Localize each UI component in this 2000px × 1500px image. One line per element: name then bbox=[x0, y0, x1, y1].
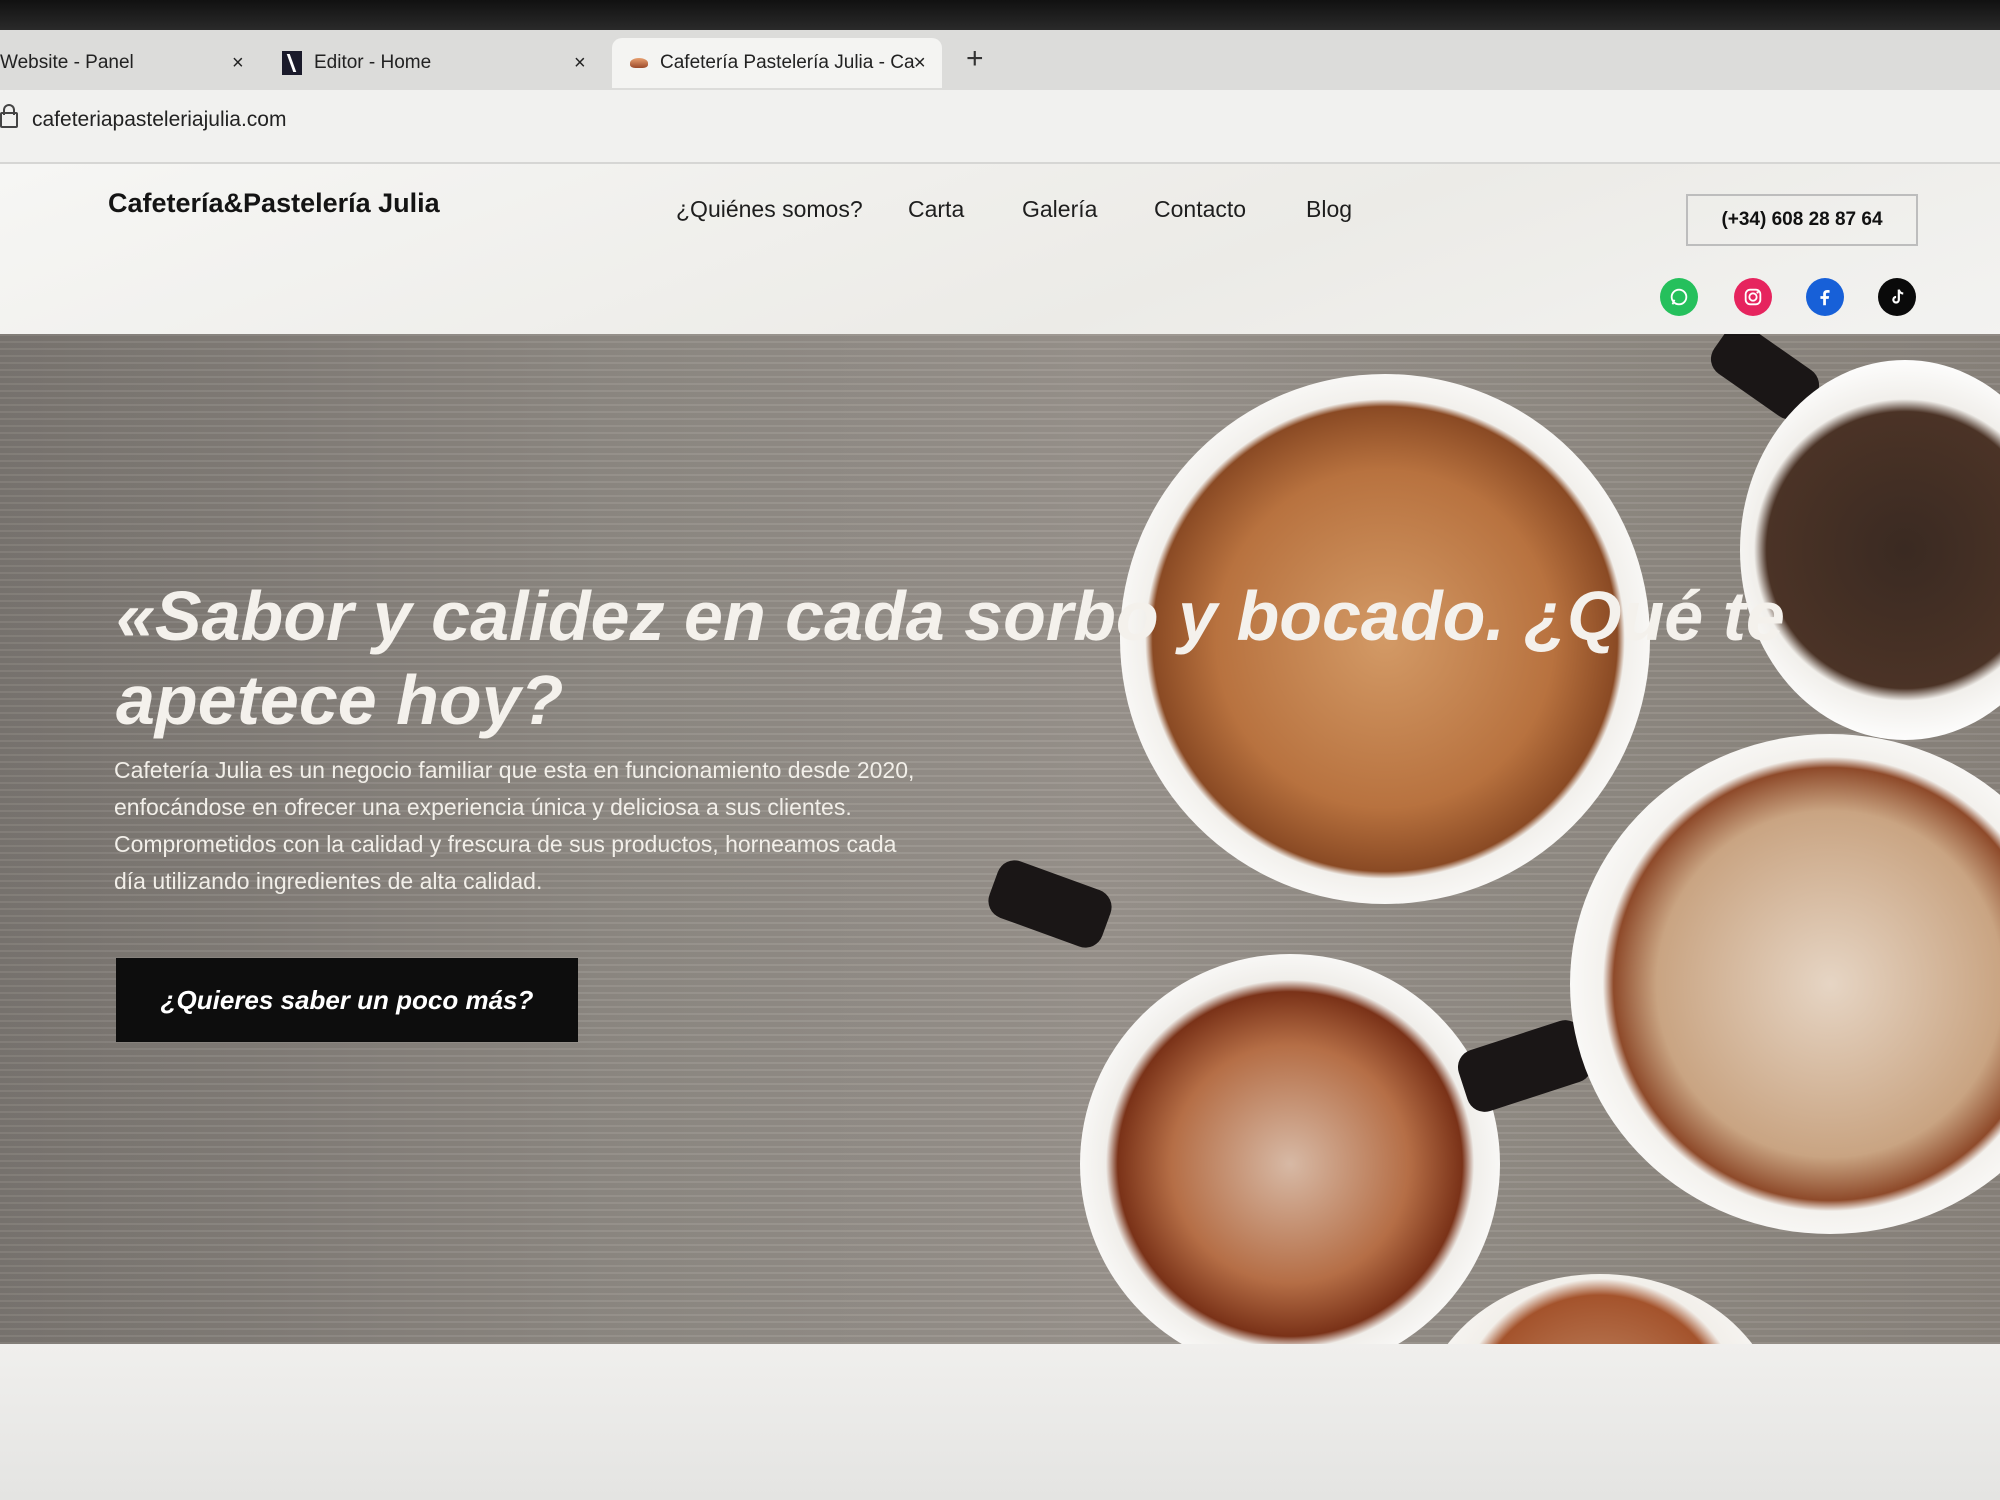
lock-icon[interactable] bbox=[0, 104, 18, 128]
tab-label: Editor - Home bbox=[314, 52, 432, 73]
nav-blog[interactable]: Blog bbox=[1306, 196, 1352, 223]
nav-quienes-somos[interactable]: ¿Quiénes somos? bbox=[676, 196, 863, 223]
instagram-icon[interactable] bbox=[1734, 278, 1772, 316]
editor-favicon-icon bbox=[282, 51, 302, 75]
facebook-icon[interactable] bbox=[1806, 278, 1844, 316]
tab-editor-home[interactable]: Editor - Home × bbox=[282, 38, 602, 88]
tiktok-icon[interactable] bbox=[1878, 278, 1916, 316]
nav-contacto[interactable]: Contacto bbox=[1154, 196, 1246, 223]
hero-description: Cafetería Julia es un negocio familiar q… bbox=[114, 757, 915, 894]
nav-carta[interactable]: Carta bbox=[908, 196, 964, 223]
phone-button[interactable]: (+34) 608 28 87 64 bbox=[1686, 194, 1918, 246]
close-icon[interactable]: × bbox=[574, 52, 586, 75]
close-icon[interactable]: × bbox=[232, 52, 244, 75]
tab-website-panel[interactable]: Website - Panel × bbox=[0, 38, 260, 88]
whatsapp-icon[interactable] bbox=[1660, 278, 1698, 316]
coffee-cup-light bbox=[1570, 734, 2000, 1234]
browser-tab-strip: Website - Panel × Editor - Home × Cafete… bbox=[0, 30, 2000, 90]
cafeteria-favicon-icon bbox=[630, 58, 648, 68]
site-header: Cafetería&Pastelería Julia ¿Quiénes somo… bbox=[0, 164, 2000, 344]
next-section bbox=[0, 1344, 2000, 1500]
tab-label: Cafetería Pastelería Julia - Cafet bbox=[660, 52, 916, 73]
address-bar[interactable]: cafeteriapasteleriajulia.com bbox=[0, 90, 2000, 164]
hero-section: «Sabor y calidez en cada sorbo y bocado.… bbox=[0, 334, 2000, 1344]
close-icon[interactable]: × bbox=[914, 52, 926, 75]
site-brand[interactable]: Cafetería&Pastelería Julia bbox=[108, 188, 440, 219]
learn-more-button[interactable]: ¿Quieres saber un poco más? bbox=[116, 958, 578, 1042]
new-tab-icon[interactable]: + bbox=[966, 42, 984, 76]
nav-galeria[interactable]: Galería bbox=[1022, 196, 1097, 223]
hero-title: «Sabor y calidez en cada sorbo y bocado.… bbox=[116, 577, 1785, 739]
monitor-bezel bbox=[0, 0, 2000, 30]
cup-handle bbox=[983, 855, 1117, 953]
url-text[interactable]: cafeteriapasteleriajulia.com bbox=[32, 108, 286, 132]
tab-label: Website - Panel bbox=[0, 52, 134, 73]
coffee-cup-partial bbox=[1420, 1274, 1780, 1344]
tab-cafeteria-julia[interactable]: Cafetería Pastelería Julia - Cafet × bbox=[612, 38, 942, 88]
coffee-cup-bottom bbox=[1080, 954, 1500, 1344]
